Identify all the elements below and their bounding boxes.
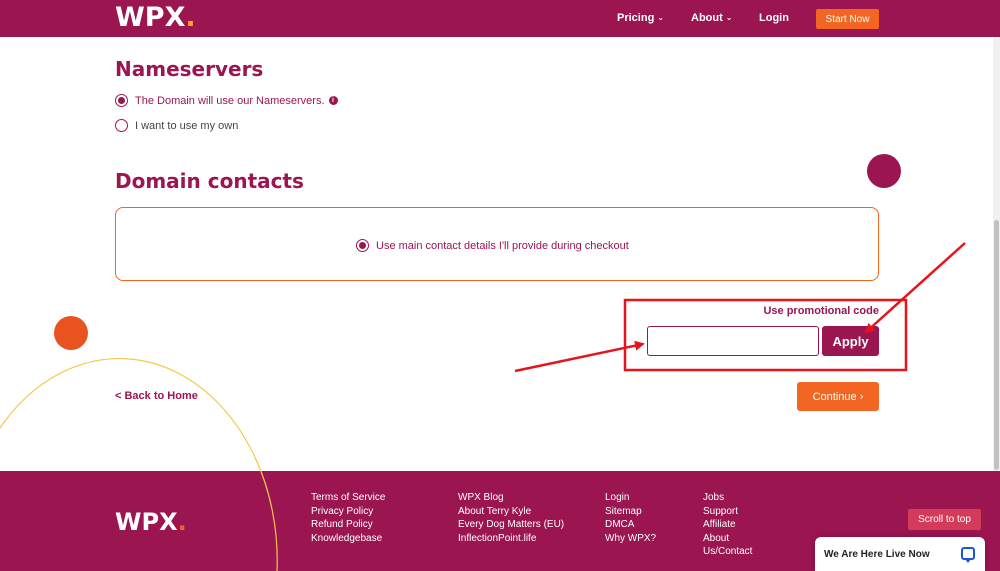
- footer-link[interactable]: Refund Policy: [311, 518, 385, 532]
- footer-link[interactable]: Support: [703, 505, 752, 519]
- promo-code-input[interactable]: [647, 326, 819, 356]
- scroll-to-top-button[interactable]: Scroll to top: [908, 509, 981, 530]
- start-now-button[interactable]: Start Now: [816, 9, 879, 29]
- radio-label: Use main contact details I'll provide du…: [376, 239, 629, 252]
- annotation-arrow-to-apply: [864, 242, 966, 334]
- chat-label: We Are Here Live Now: [824, 548, 930, 560]
- site-header: WPX. Pricing ⌄ About ⌄ Login Start Now: [0, 0, 1000, 37]
- radio-nameservers-own[interactable]: I want to use my own: [115, 119, 238, 132]
- decorative-circle: [54, 316, 88, 350]
- footer-link[interactable]: Sitemap: [605, 505, 656, 519]
- decorative-circle: [867, 154, 901, 188]
- radio-label: I want to use my own: [135, 119, 239, 132]
- footer-link[interactable]: Us/Contact: [703, 545, 752, 559]
- radio-nameservers-ours[interactable]: The Domain will use our Nameservers. i: [115, 94, 338, 107]
- domain-contacts-heading: Domain contacts: [115, 169, 304, 193]
- footer-column-blog: WPX Blog About Terry Kyle Every Dog Matt…: [458, 491, 564, 545]
- scrollbar-thumb[interactable]: [994, 220, 999, 470]
- footer-link[interactable]: WPX Blog: [458, 491, 564, 505]
- footer-column-legal: Terms of Service Privacy Policy Refund P…: [311, 491, 385, 545]
- wpx-logo[interactable]: WPX.: [115, 4, 196, 32]
- footer-link[interactable]: About: [703, 532, 752, 546]
- radio-main-contact[interactable]: Use main contact details I'll provide du…: [356, 239, 629, 252]
- nav-about[interactable]: About ⌄: [691, 12, 732, 24]
- back-to-home-link[interactable]: < Back to Home: [115, 390, 198, 402]
- footer-link[interactable]: Login: [605, 491, 656, 505]
- radio-selected[interactable]: [115, 94, 128, 107]
- nav-login[interactable]: Login: [759, 12, 789, 24]
- footer-column-site: Login Sitemap DMCA Why WPX?: [605, 491, 656, 545]
- footer-wpx-logo[interactable]: WPX.: [115, 508, 187, 536]
- chevron-down-icon: ⌄: [725, 13, 733, 22]
- chevron-down-icon: ⌄: [657, 13, 664, 22]
- footer-link[interactable]: Why WPX?: [605, 532, 656, 546]
- info-icon[interactable]: i: [328, 96, 338, 105]
- radio-label: The Domain will use our Nameservers.: [135, 94, 325, 107]
- nameservers-heading: Nameservers: [115, 57, 264, 81]
- radio-selected[interactable]: [356, 239, 369, 252]
- radio-unselected[interactable]: [115, 119, 128, 132]
- chat-bubble-icon[interactable]: [961, 547, 975, 563]
- apply-button[interactable]: Apply: [822, 326, 879, 356]
- footer-link[interactable]: InflectionPoint.life: [458, 532, 564, 546]
- footer-link[interactable]: Affiliate: [703, 518, 752, 532]
- footer-link[interactable]: Privacy Policy: [311, 505, 385, 519]
- promo-code-label: Use promotional code: [763, 305, 879, 317]
- footer-link[interactable]: Terms of Service: [311, 491, 385, 505]
- footer-column-company: Jobs Support Affiliate About Us/Contact: [703, 491, 752, 559]
- footer-link[interactable]: Knowledgebase: [311, 532, 385, 546]
- footer-link[interactable]: About Terry Kyle: [458, 505, 564, 519]
- footer-link[interactable]: Every Dog Matters (EU): [458, 518, 564, 532]
- footer-link[interactable]: Jobs: [703, 491, 752, 505]
- continue-button[interactable]: Continue ›: [797, 382, 879, 411]
- nav-pricing[interactable]: Pricing ⌄: [617, 12, 664, 24]
- live-chat-widget[interactable]: We Are Here Live Now: [815, 537, 985, 571]
- annotation-arrow-to-input: [514, 340, 645, 373]
- footer-link[interactable]: DMCA: [605, 518, 656, 532]
